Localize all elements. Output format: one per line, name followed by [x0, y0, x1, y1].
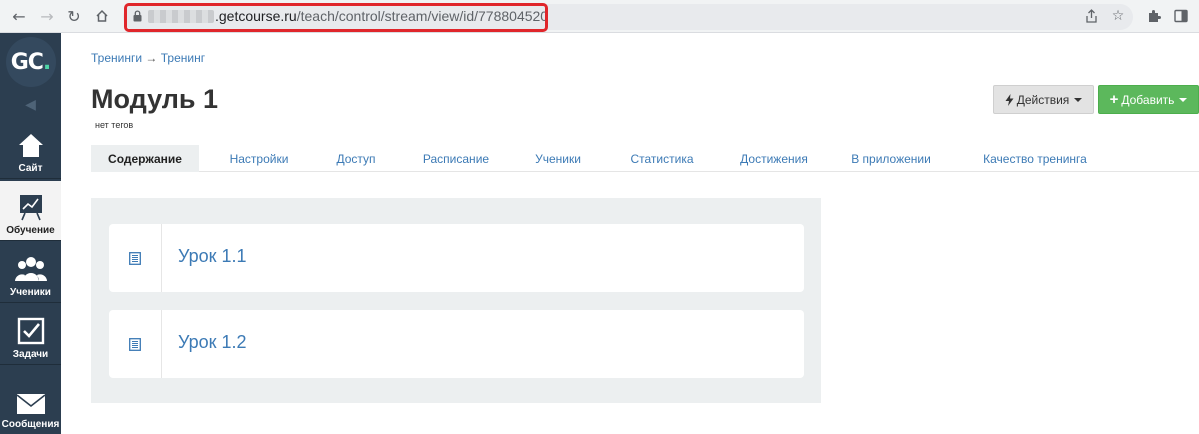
sidebar-item-label: Задачи: [12, 349, 49, 360]
tab-settings[interactable]: Настройки: [217, 145, 301, 172]
tab-statistics[interactable]: Статистика: [619, 145, 705, 172]
lessons-list: Урок 1.1 Урок 1.2: [91, 198, 821, 403]
lesson-title[interactable]: Урок 1.2: [178, 332, 247, 353]
tags-label: нет тегов: [95, 120, 134, 130]
home-icon: [96, 9, 108, 22]
add-button-label: Добавить: [1121, 92, 1175, 107]
sidebar-item-label: Обучение: [6, 225, 55, 236]
tab-students[interactable]: Ученики: [525, 145, 591, 172]
lesson-title[interactable]: Урок 1.1: [178, 246, 247, 267]
add-dropdown-button[interactable]: + Добавить: [1098, 85, 1199, 114]
arrow-right-icon: →: [40, 6, 54, 26]
envelope-icon: [16, 394, 45, 414]
sidebar-item-students[interactable]: Ученики: [0, 243, 61, 303]
document-icon: [129, 337, 141, 351]
plus-icon: +: [1109, 91, 1119, 108]
tab-in-app[interactable]: В приложении: [845, 145, 937, 172]
checkbox-icon: [17, 317, 44, 345]
sidebar-item-messages[interactable]: Сообщения: [0, 367, 61, 434]
caret-down-icon: [1179, 97, 1188, 102]
speaker-icon[interactable]: ◀: [0, 91, 61, 119]
sidebar-item-label: Сообщения: [1, 419, 60, 430]
browser-toolbar: ← → ↻ .getcourse.ru/teach/control/stream…: [0, 0, 1199, 33]
sidebar-item-label: Сайт: [18, 163, 43, 174]
reload-icon: ↻: [67, 6, 81, 26]
document-icon: [129, 251, 141, 265]
actions-dropdown-button[interactable]: Действия: [993, 85, 1094, 114]
sidebar-item-tasks[interactable]: Задачи: [0, 305, 61, 365]
back-button[interactable]: ←: [9, 6, 29, 26]
share-icon[interactable]: [1082, 7, 1100, 25]
sidebar: GC. ◀ Сайт Обучение Ученики Задачи Сообщ…: [0, 33, 61, 434]
logo[interactable]: GC.: [0, 33, 61, 91]
arrow-left-icon: ←: [12, 6, 26, 26]
forward-button[interactable]: →: [37, 6, 57, 26]
tab-schedule[interactable]: Расписание: [413, 145, 499, 172]
home-button[interactable]: [92, 6, 112, 26]
caret-down-icon: [1074, 97, 1083, 102]
tab-training-quality[interactable]: Качество тренинга: [975, 145, 1095, 172]
breadcrumb-separator: →: [145, 51, 158, 65]
reload-button[interactable]: ↻: [64, 6, 84, 26]
users-icon: [14, 257, 47, 281]
side-panel-icon[interactable]: [1172, 7, 1190, 25]
actions-button-label: Действия: [1016, 92, 1070, 107]
breadcrumb-link-training[interactable]: Тренинг: [161, 51, 205, 65]
breadcrumb-link-trainings[interactable]: Тренинги: [91, 51, 142, 65]
sidebar-item-label: Ученики: [10, 287, 51, 298]
tab-access[interactable]: Доступ: [325, 145, 387, 172]
page-title: Модуль 1: [91, 84, 219, 114]
tab-content[interactable]: Содержание: [91, 145, 199, 172]
lightning-icon: [1005, 93, 1014, 106]
sidebar-item-training[interactable]: Обучение: [0, 181, 61, 241]
chart-board-icon: [19, 195, 42, 221]
url-highlight-box: [124, 3, 548, 32]
tab-achievements[interactable]: Достижения: [729, 145, 819, 172]
breadcrumb: Тренинги → Тренинг: [91, 51, 205, 65]
extensions-puzzle-icon[interactable]: [1145, 7, 1163, 25]
bookmark-star-icon[interactable]: ☆: [1109, 7, 1127, 25]
lesson-item[interactable]: Урок 1.2: [109, 310, 804, 378]
house-icon: [18, 134, 43, 157]
lesson-item[interactable]: Урок 1.1: [109, 224, 804, 292]
tabs-bar: Содержание Настройки Доступ Расписание У…: [91, 145, 1199, 172]
sidebar-item-site[interactable]: Сайт: [0, 119, 61, 179]
